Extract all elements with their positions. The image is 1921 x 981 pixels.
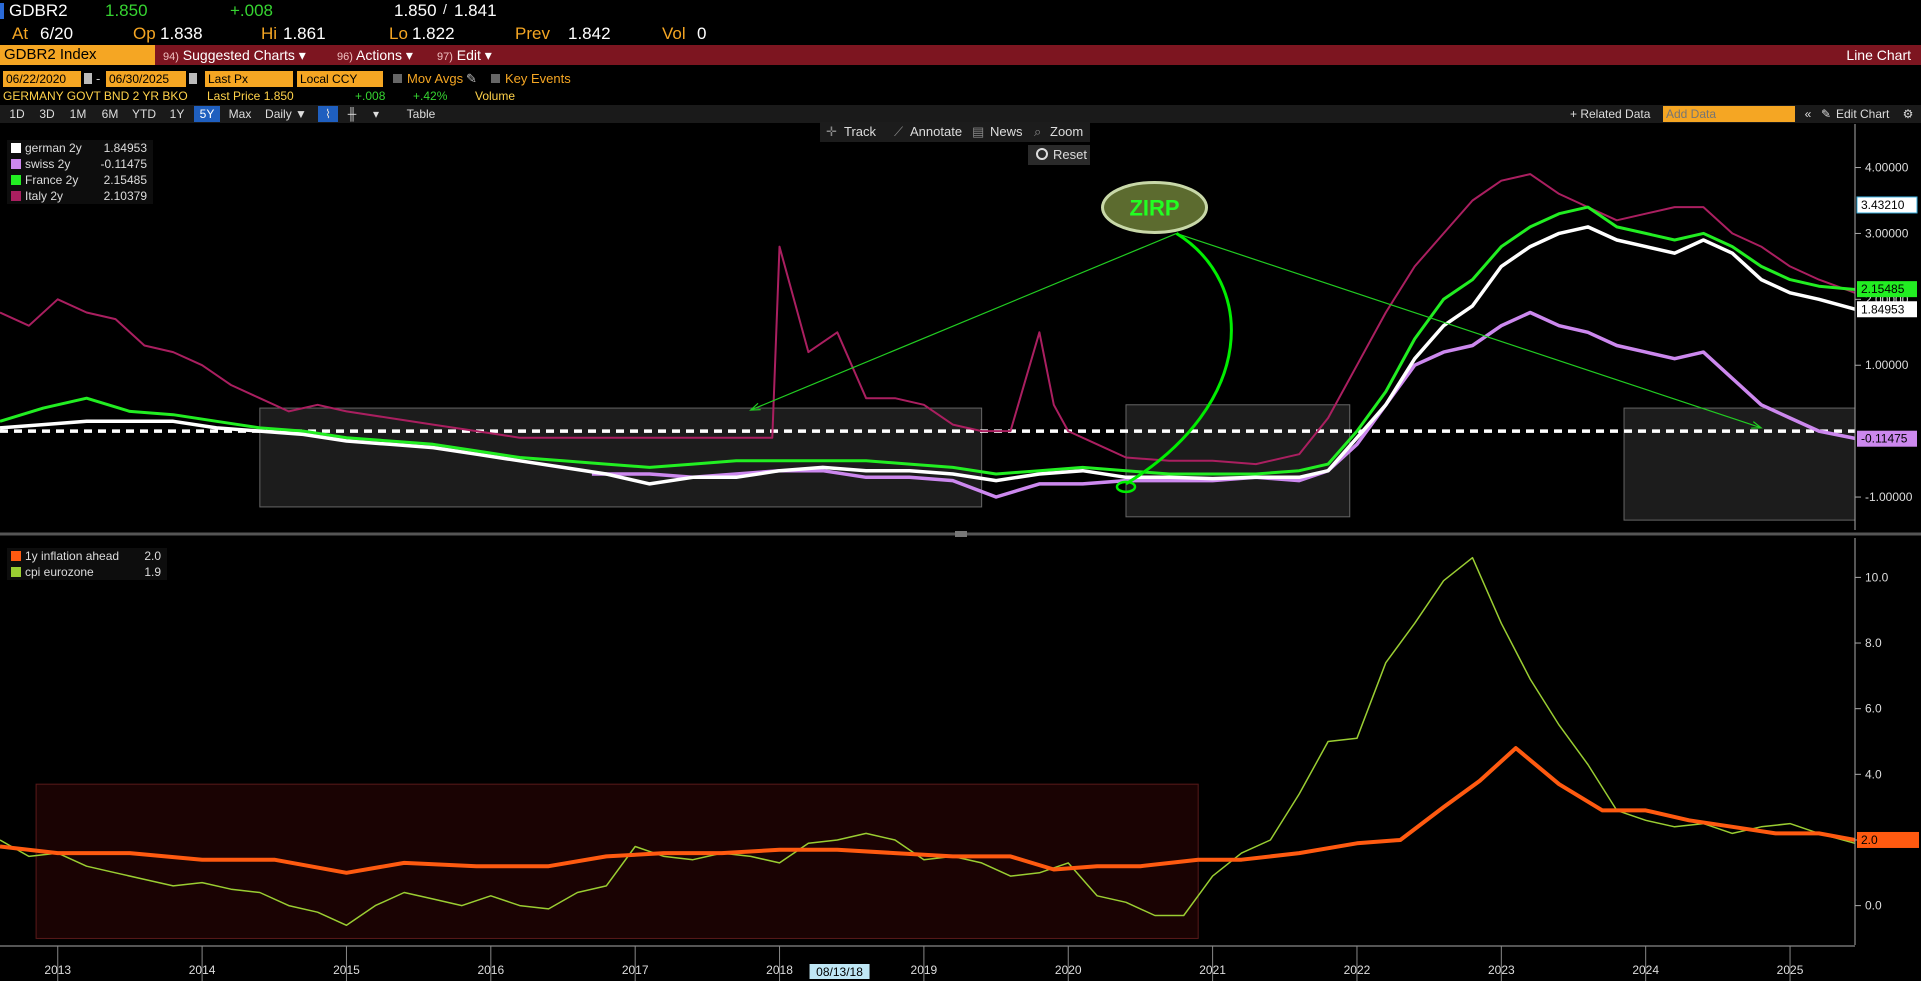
- last-value-tag-label: 3.43210: [1861, 198, 1905, 212]
- legend-value: 1.9: [144, 565, 161, 579]
- y-tick-label: 4.00000: [1865, 161, 1909, 175]
- x-tick-label: 2015: [333, 963, 360, 977]
- annotation-arrow: [750, 232, 1177, 411]
- last-value-tag-label: -0.11475: [1861, 432, 1908, 446]
- x-tick-label: 2020: [1055, 963, 1082, 977]
- highlight-box: [1623, 407, 1856, 521]
- x-tick-label: 2014: [189, 963, 216, 977]
- legend-swatch: [11, 191, 21, 201]
- legend-swatch: [11, 551, 21, 561]
- y-tick-label: 8.0: [1865, 636, 1882, 650]
- x-tick-label: 2024: [1632, 963, 1659, 977]
- x-tick-label: 2023: [1488, 963, 1515, 977]
- legend-value: 2.15485: [103, 173, 147, 187]
- legend-italy[interactable]: Italy 2y 2.10379: [7, 188, 153, 204]
- y-tick-label: 6.0: [1865, 702, 1882, 716]
- annotation-arrow: [1176, 232, 1762, 429]
- highlight-box: [259, 407, 983, 508]
- zirp-label: ZIRP: [1129, 195, 1179, 220]
- legend-cpi-eurozone[interactable]: cpi eurozone 1.9: [7, 564, 167, 580]
- y-tick-label: 1.00000: [1865, 358, 1909, 372]
- x-tick-label: 2018: [766, 963, 793, 977]
- legend-inflation-ahead[interactable]: 1y inflation ahead 2.0: [7, 548, 167, 564]
- legend-swatch: [11, 159, 21, 169]
- x-tick-label: 2017: [622, 963, 649, 977]
- x-tick-label: 2019: [911, 963, 938, 977]
- legend-name: cpi eurozone: [25, 565, 94, 579]
- legend-name: swiss 2y: [25, 157, 71, 171]
- legend-swatch: [11, 175, 21, 185]
- chart-canvas: ZIRP -1.000001.000002.000003.000004.0000…: [0, 124, 1921, 981]
- legend-value: 2.0: [144, 549, 161, 563]
- x-tick-label: 2021: [1199, 963, 1226, 977]
- legend-value: -0.11475: [100, 157, 147, 171]
- y-tick-label: 3.00000: [1865, 226, 1909, 240]
- last-value-tag-label: 2.0: [1861, 833, 1878, 847]
- bottom-legend: 1y inflation ahead 2.0 cpi eurozone 1.9: [7, 548, 167, 580]
- legend-france[interactable]: France 2y 2.15485: [7, 172, 153, 188]
- top-legend: german 2y 1.84953 swiss 2y -0.11475 France…: [7, 140, 153, 204]
- legend-swiss[interactable]: swiss 2y -0.11475: [7, 156, 153, 172]
- legend-value: 1.84953: [103, 141, 147, 155]
- legend-name: 1y inflation ahead: [25, 549, 120, 563]
- legend-name: France 2y: [25, 173, 79, 187]
- x-tick-label: 2013: [44, 963, 71, 977]
- legend-name: german 2y: [25, 141, 82, 155]
- legend-swatch: [11, 143, 21, 153]
- panel-resize-handle: [955, 531, 967, 537]
- legend-value: 2.10379: [103, 189, 147, 203]
- last-value-tag-label: 1.84953: [1861, 302, 1905, 316]
- cursor-date-label: 08/13/18: [816, 965, 863, 979]
- x-tick-label: 2025: [1777, 963, 1804, 977]
- legend-name: Italy 2y: [25, 189, 64, 203]
- y-tick-label: 0.0: [1865, 899, 1882, 913]
- x-tick-label: 2016: [477, 963, 504, 977]
- x-tick-label: 2022: [1344, 963, 1371, 977]
- last-value-tag-label: 2.15485: [1861, 282, 1905, 296]
- legend-german[interactable]: german 2y 1.84953: [7, 140, 153, 156]
- y-tick-label: 10.0: [1865, 570, 1889, 584]
- y-tick-label: -1.00000: [1865, 490, 1913, 504]
- legend-swatch: [11, 567, 21, 577]
- y-tick-label: 4.0: [1865, 767, 1882, 781]
